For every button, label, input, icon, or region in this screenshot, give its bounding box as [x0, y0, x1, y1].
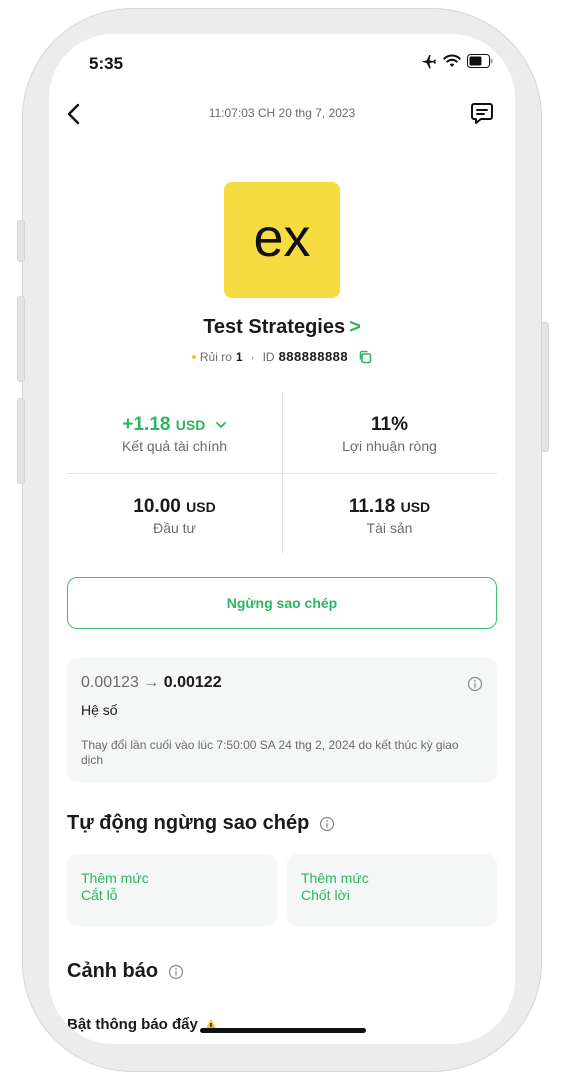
- side-button-volume-up: [17, 296, 25, 382]
- stat-investment: 10.00 USD Đầu tư: [67, 496, 282, 536]
- stat-net-profit: 11% Lợi nhuận ròng: [282, 414, 497, 454]
- strategy-logo: ex: [224, 182, 340, 298]
- stop-loss-line1: Thêm mức: [81, 870, 149, 886]
- risk-value: 1: [235, 349, 243, 364]
- info-icon[interactable]: [467, 676, 483, 692]
- coefficient-label: Hệ số: [81, 702, 118, 718]
- chevron-right-icon: >: [349, 316, 361, 338]
- auto-stop-section-title: Tự động ngừng sao chép: [67, 812, 335, 835]
- stats-divider-horizontal: [67, 473, 497, 474]
- coefficient-arrow: →: [143, 674, 160, 691]
- info-icon[interactable]: [319, 816, 335, 832]
- alerts-section-title: Cảnh báo: [67, 960, 184, 983]
- airplane-icon: [421, 55, 436, 69]
- financial-result-unit: USD: [175, 417, 206, 433]
- assets-value: 11.18: [348, 496, 396, 517]
- push-notification-label: Bật thông báo đẩy: [67, 1016, 198, 1033]
- logo-mark: ex: [253, 210, 310, 268]
- investment-label: Đầu tư: [153, 520, 196, 536]
- coefficient-values: 0.00123 → 0.00122: [81, 674, 222, 692]
- stat-assets: 11.18 USD Tài sản: [282, 496, 497, 536]
- investment-value: 10.00: [133, 496, 181, 517]
- side-button-mute: [17, 220, 25, 262]
- strategy-name: Test Strategies: [203, 316, 346, 338]
- app-screen: 5:35 11:07:03 CH 20 thg 7, 2023 ex Test …: [49, 34, 515, 1044]
- financial-result-value: +1.18: [122, 414, 171, 435]
- chevron-down-icon: [215, 422, 226, 429]
- add-take-profit-tile[interactable]: Thêm mức Chốt lời: [287, 854, 497, 926]
- net-profit-value: 11%: [371, 414, 408, 435]
- side-button-volume-down: [17, 398, 25, 484]
- assets-unit: USD: [400, 499, 431, 515]
- home-indicator: [200, 1028, 366, 1033]
- financial-result-label: Kết quả tài chính: [121, 438, 228, 454]
- stop-copy-button[interactable]: Ngừng sao chép: [67, 577, 497, 629]
- stop-loss-line2: Cắt lỗ: [81, 887, 118, 903]
- auto-stop-title: Tự động ngừng sao chép: [67, 812, 310, 834]
- battery-icon: [467, 54, 493, 68]
- assets-label: Tài sản: [366, 520, 413, 536]
- net-profit-label: Lợi nhuận ròng: [342, 438, 437, 454]
- investment-unit: USD: [186, 499, 216, 515]
- strategy-meta: Rủi ro 1 · ID 888888888: [49, 349, 515, 364]
- add-stop-loss-tile[interactable]: Thêm mức Cắt lỗ: [67, 854, 277, 926]
- chat-button[interactable]: [469, 100, 495, 126]
- meta-separator: ·: [250, 349, 255, 364]
- take-profit-line2: Chốt lời: [301, 887, 350, 903]
- coefficient-note: Thay đổi lần cuối vào lúc 7:50:00 SA 24 …: [81, 738, 459, 767]
- coefficient-old: 0.00123: [81, 674, 139, 691]
- wifi-icon: [443, 54, 461, 67]
- strategy-name-link[interactable]: Test Strategies >: [49, 316, 515, 339]
- push-notification-row[interactable]: Bật thông báo đẩy: [67, 1016, 218, 1033]
- stat-financial-result[interactable]: +1.18 USD Kết quả tài chính: [67, 414, 282, 454]
- risk-label: Rủi ro: [199, 349, 232, 364]
- take-profit-line1: Thêm mức: [301, 870, 369, 886]
- stats-grid: +1.18 USD Kết quả tài chính 11% Lợi nhuậ…: [67, 392, 497, 554]
- header-timestamp: 11:07:03 CH 20 thg 7, 2023: [208, 106, 356, 120]
- copy-icon[interactable]: [358, 350, 372, 364]
- id-value: 888888888: [278, 349, 349, 364]
- side-button-power: [541, 322, 549, 452]
- info-icon[interactable]: [168, 964, 184, 980]
- chat-icon: [471, 103, 493, 124]
- id-label: ID: [262, 349, 275, 364]
- coefficient-card: 0.00123 → 0.00122 Hệ số Thay đổi lần cuố…: [67, 658, 497, 782]
- coefficient-new: 0.00122: [163, 674, 222, 691]
- svg-text:ex: ex: [253, 210, 310, 268]
- status-time: 5:35: [89, 54, 124, 73]
- status-icons: [419, 53, 493, 69]
- risk-dot-icon: [191, 354, 196, 359]
- alerts-title: Cảnh báo: [67, 960, 159, 982]
